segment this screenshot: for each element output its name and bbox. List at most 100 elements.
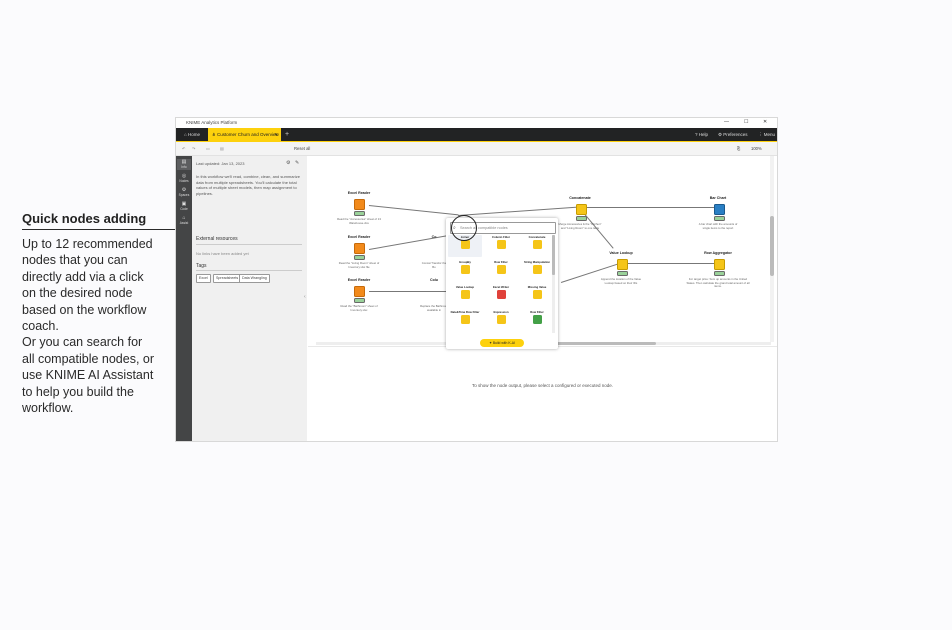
rail-item-code[interactable]: ▣ Code [177,201,191,212]
rail-item-spaces[interactable]: ⚙ Spaces [177,187,191,198]
concatenate-node[interactable] [576,204,587,215]
edit-icon[interactable]: ✎ [295,160,299,166]
quick-node-label: Excel Writer [492,285,510,289]
node-status [714,216,725,221]
quick-node-icon [532,315,542,324]
tab-workflow[interactable]: ⋔ Customer Churn and Overview ✕ [208,128,281,141]
node-label: Value Lookup [609,251,633,255]
divider [196,244,302,245]
node-label: Bar Chart [709,196,727,200]
link-icon[interactable]: ⎘ [737,146,740,151]
node-description: Concat Transfor the Bo [421,261,447,269]
rail-item-label: Assist [179,221,189,225]
excel-reader-node[interactable] [354,243,365,254]
external-resources-heading: External resources [196,236,238,242]
node-status [714,271,725,276]
quick-node-item[interactable]: Column Filter [484,235,518,257]
node-label: Co [431,235,437,239]
quick-node-item[interactable]: Value Lookup [448,285,482,307]
rail-item-nodes[interactable]: ◎ Nodes [177,173,191,184]
callout-line: based on the workflow [22,302,147,317]
close-tab-icon[interactable]: ✕ [274,128,278,141]
node-description: Read the "Living Room" sheet of Inventor… [338,261,380,269]
connection [369,291,447,292]
undo-icon[interactable]: ↶ [182,146,186,151]
rail-item-assist[interactable]: ⌂ Assist [177,215,191,226]
redo-icon[interactable]: ↷ [192,146,196,151]
node-label: Row Aggregator [704,251,732,255]
callout-line: nodes that you can [22,253,128,268]
node-description: Read the "Bathroom" sheet of Inventory.x… [340,304,378,312]
maximize-button[interactable]: ☐ [744,119,748,125]
node-label: Colu [430,278,438,282]
excel-reader-node[interactable] [354,286,365,297]
quick-node-icon [532,265,542,274]
left-rail: ▤ Info ◎ Nodes ⚙ Spaces ▣ Code ⌂ Assist [176,156,192,441]
divider [196,270,302,271]
preferences-link[interactable]: ⚙ Preferences [718,128,748,141]
node-description: Append the location of the Value Lookup … [600,277,642,285]
callout-line: directly add via a click [22,269,144,284]
quick-node-item[interactable]: String Manipulation [520,260,554,282]
quick-node-label: Missing Value [527,285,547,289]
quick-node-icon [496,265,506,274]
tag-chip[interactable]: Excel [196,274,211,283]
callout-line: on the desired node [22,286,133,301]
vertical-scrollbar[interactable] [770,156,774,342]
highlight-circle [451,215,477,241]
quick-node-label: Row Filter [494,260,508,264]
help-label: Help [698,132,709,137]
quick-node-item[interactable]: GroupBy [448,260,482,282]
quick-node-label: Column Filter [491,235,511,239]
help-link[interactable]: ? Help [695,128,708,141]
scrollbar-thumb[interactable] [770,216,774,276]
build-with-kai-button[interactable]: ✦ Build with K-AI [480,339,524,347]
close-window-button[interactable]: ✕ [763,119,767,125]
menu-label: Menu [763,132,776,137]
value-lookup-node[interactable] [617,259,628,270]
callout-text: Up to 12 recommended nodes that you can … [22,236,182,416]
node-description: Read the "Accessories" sheet of 13 Wareh… [337,217,381,225]
quick-add-scrollbar[interactable] [552,235,555,333]
last-updated: Last updated: Jan 13, 2023 [196,161,245,166]
collapse-panel-icon[interactable]: ‹ [304,294,306,300]
quick-node-item[interactable]: Expression [484,310,518,332]
scrollbar-thumb[interactable] [556,342,656,345]
quick-node-item[interactable]: Date&Time Row Filter [448,310,482,332]
connection [368,205,459,215]
description-panel: Last updated: Jan 13, 2023 ⚙ ✎ In this w… [192,156,307,441]
table-icon[interactable]: ▤ [220,146,224,151]
bar-chart-node[interactable] [714,204,725,215]
rail-item-label: Nodes [179,179,189,183]
tab-home[interactable]: ⌂ Home [178,130,206,139]
quick-node-item[interactable]: Excel Writer [484,285,518,307]
quick-node-item[interactable]: Concatenate [520,235,554,257]
excel-reader-node[interactable] [354,199,365,210]
quick-node-icon [496,315,506,324]
layout-icon[interactable]: ▭ [206,146,210,151]
zoom-level[interactable]: 100% [751,146,762,151]
scrollbar-thumb[interactable] [552,235,555,275]
quick-node-icon [460,240,470,249]
tag-chip[interactable]: Spreadsheets [213,274,242,283]
node-status [354,298,365,303]
quick-node-item[interactable]: Row Filter [520,310,554,332]
minimize-button[interactable]: — [724,119,729,125]
reset-all-button[interactable]: Reset all [294,146,310,151]
settings-icon[interactable]: ⚙ [286,160,290,166]
window-title: KNIME Analytics Platform [186,120,238,125]
callout-line: Or you can search for [22,335,143,350]
tag-chip[interactable]: Data Wrangling [239,274,270,283]
new-tab-button[interactable]: + [285,128,289,141]
callout-line: Up to 12 recommended [22,237,153,251]
callout-line: to help you build the [22,384,134,399]
quick-node-label: Concatenate [528,235,546,239]
menu-link[interactable]: ⋮ Menu [758,128,775,141]
row-aggregator-node[interactable] [714,259,725,270]
callout-title: Quick nodes adding [22,211,147,226]
node-status [617,271,628,276]
rail-item-info[interactable]: ▤ Info [177,159,191,170]
node-output-panel: To show the node output, please select a… [308,346,777,441]
quick-node-item[interactable]: Missing Value [520,285,554,307]
quick-node-item[interactable]: Row Filter [484,260,518,282]
